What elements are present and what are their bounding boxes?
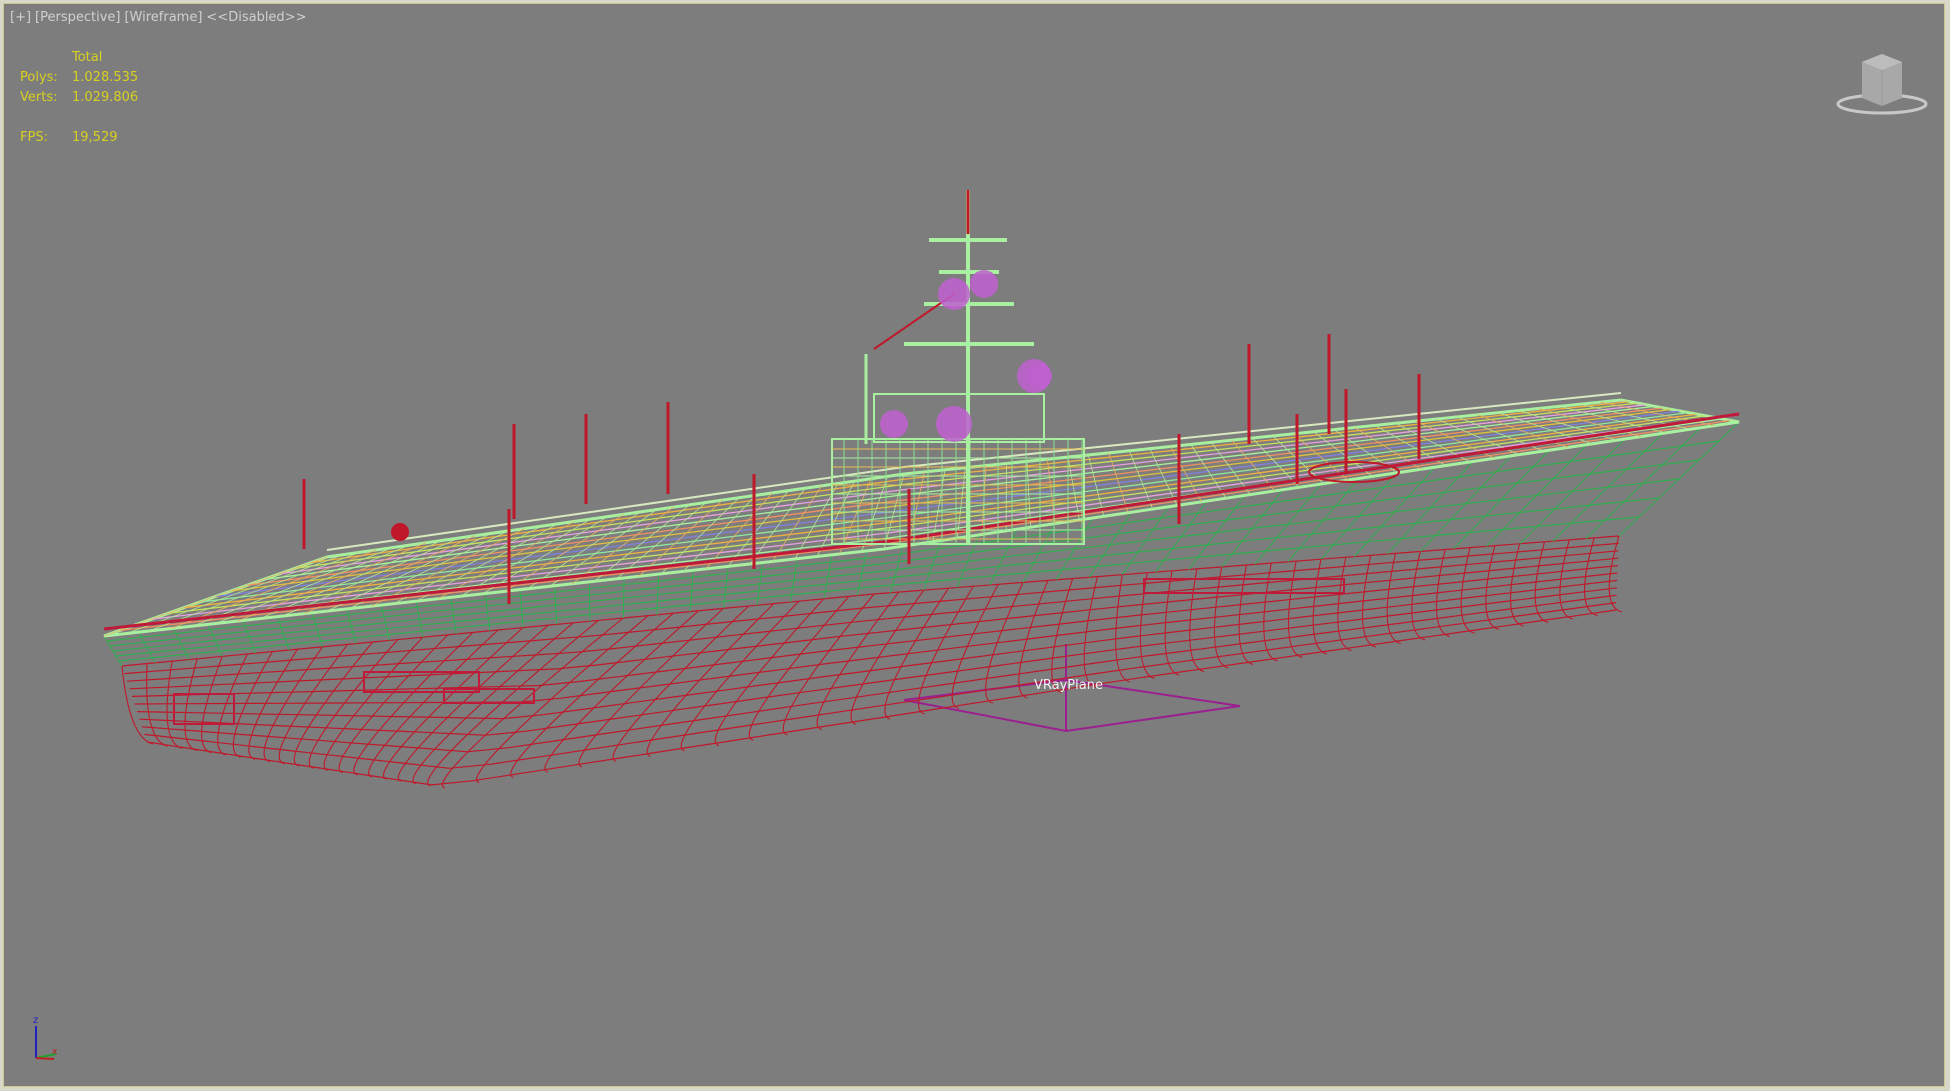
hangar-frame bbox=[1353, 466, 1436, 557]
hangar-frame bbox=[1618, 421, 1740, 537]
hangar-frame bbox=[1088, 512, 1132, 578]
hull-waterline bbox=[139, 587, 1617, 736]
polys-label: Polys: bbox=[20, 70, 58, 85]
hull-rib bbox=[510, 612, 674, 778]
hull-rib bbox=[884, 587, 949, 720]
fps-label: FPS: bbox=[20, 130, 48, 145]
radar-dome bbox=[970, 270, 998, 298]
polys-value: 1.028.535 bbox=[72, 70, 139, 85]
hangar-frame bbox=[1221, 489, 1284, 568]
hull-rib bbox=[146, 663, 168, 747]
hull-rib bbox=[323, 636, 424, 771]
sponson bbox=[173, 693, 235, 725]
hangar-line bbox=[106, 440, 1720, 642]
viewport-menu-disabled[interactable]: <<Disabled>> bbox=[206, 10, 306, 25]
viewport-menu-perspective[interactable]: [Perspective] bbox=[35, 10, 120, 25]
hull-rib bbox=[544, 610, 699, 773]
hull-rib bbox=[1083, 576, 1099, 688]
hull-rib bbox=[308, 639, 399, 769]
hangar-frame bbox=[989, 529, 1018, 586]
perspective-viewport[interactable]: [+] [Perspective] [Wireframe] <<Disabled>> … bbox=[3, 3, 1945, 1087]
statistics-overlay: Total Polys: 1.028.535 Verts: 1.029.806 FP… bbox=[20, 48, 138, 148]
flight-deck-frame bbox=[1128, 450, 1154, 510]
verts-value: 1.029.806 bbox=[72, 90, 139, 105]
hangar-frame bbox=[1254, 483, 1322, 565]
hangar-frame bbox=[1188, 495, 1246, 570]
hull-rib bbox=[217, 653, 248, 756]
hangar-frame bbox=[1585, 427, 1702, 539]
radar-dome bbox=[936, 406, 972, 442]
hull-rib bbox=[121, 665, 154, 745]
flight-deck-frame bbox=[1169, 446, 1202, 503]
hangar-frame bbox=[588, 581, 591, 622]
hangar-frame bbox=[1155, 500, 1208, 573]
flight-deck-frame bbox=[1149, 448, 1178, 506]
hull-rib bbox=[263, 646, 323, 763]
hull-rib bbox=[646, 603, 775, 757]
hangar-frame bbox=[1453, 449, 1550, 550]
vrayplane-label: VRayPlane bbox=[1034, 678, 1103, 693]
hangar-frame bbox=[1386, 461, 1474, 555]
hangar-frame bbox=[622, 577, 625, 619]
radar-dome bbox=[938, 278, 970, 310]
hangar-frame bbox=[1287, 478, 1360, 563]
hull-waterline bbox=[126, 550, 1619, 682]
viewport-menu-wireframe[interactable]: [Wireframe] bbox=[124, 10, 202, 25]
svg-text:z: z bbox=[33, 1015, 38, 1026]
fps-value: 19,529 bbox=[72, 130, 118, 145]
viewport-labels: [+] [Perspective] [Wireframe] <<Disabled>> bbox=[10, 10, 310, 25]
hangar-frame bbox=[923, 540, 942, 591]
hangar-frame bbox=[1519, 438, 1626, 545]
hull-rib bbox=[680, 600, 800, 752]
hangar-frame bbox=[1486, 444, 1588, 547]
svg-text:x: x bbox=[52, 1047, 58, 1057]
hangar-frame bbox=[1055, 517, 1094, 581]
deck-marker bbox=[391, 523, 409, 541]
flight-deck-frame bbox=[1108, 452, 1129, 513]
viewport-menu-plus[interactable]: [+] bbox=[10, 10, 31, 25]
hull-rib bbox=[184, 658, 198, 752]
hull-waterline bbox=[134, 572, 1618, 705]
hangar-frame bbox=[1022, 523, 1056, 583]
verts-label: Verts: bbox=[20, 90, 58, 105]
hull-rib bbox=[293, 641, 374, 767]
hull-rib bbox=[714, 598, 825, 747]
axis-gizmo-icon: z x bbox=[33, 1015, 58, 1060]
hangar-frame bbox=[1552, 432, 1664, 542]
hull-rib bbox=[248, 648, 298, 760]
radar-dome bbox=[1026, 363, 1052, 389]
flight-deck-frame bbox=[1087, 454, 1105, 517]
hull-waterline bbox=[131, 565, 1618, 697]
wireframe-scene[interactable] bbox=[4, 4, 1945, 1087]
hull-rib bbox=[201, 656, 223, 754]
radar-dome bbox=[880, 410, 908, 438]
stats-header: Total bbox=[72, 50, 103, 65]
flight-deck-line bbox=[167, 415, 1706, 615]
viewcube-icon[interactable] bbox=[1834, 48, 1930, 118]
hull-rib bbox=[612, 605, 750, 763]
hangar-frame bbox=[1320, 472, 1398, 560]
hangar-frame bbox=[1121, 506, 1170, 575]
